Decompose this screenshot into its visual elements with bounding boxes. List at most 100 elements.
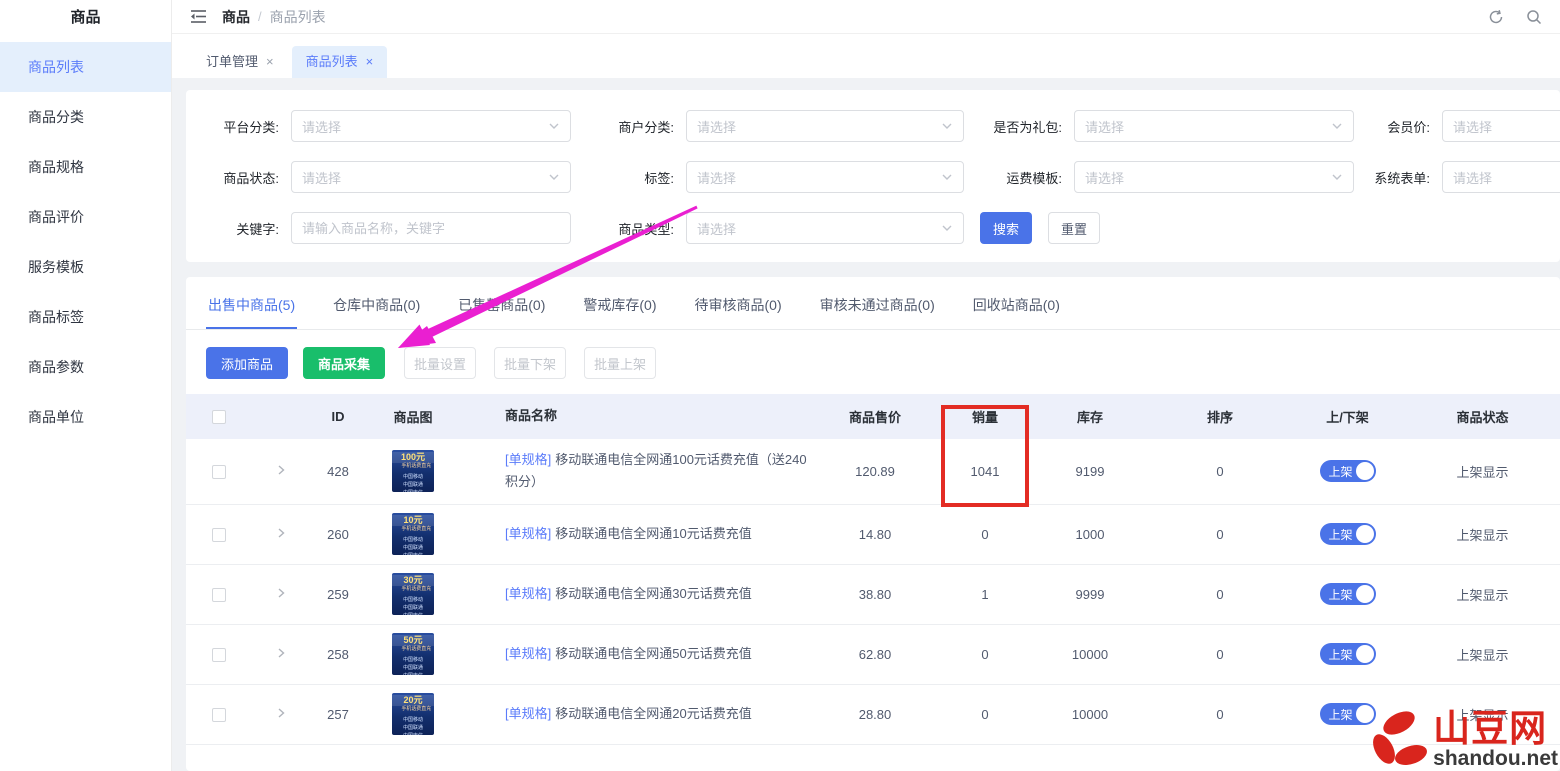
row-checkbox[interactable] (212, 528, 226, 542)
product-name: 移动联通电信全网通30元话费充值 (555, 586, 751, 601)
row-checkbox[interactable] (212, 648, 226, 662)
header-sales: 销量 (940, 394, 1030, 439)
product-id: 428 (310, 439, 366, 504)
product-image[interactable]: 10元手机话费直充中国移动中国联通中国电信 (392, 513, 434, 555)
keyword-label: 关键字: (186, 219, 291, 238)
product-status-label: 商品状态: (186, 168, 291, 187)
batch-off-shelf-button[interactable]: 批量下架 (494, 347, 566, 379)
sidebar-item-product-review[interactable]: 商品评价 (0, 192, 171, 242)
chevron-right-icon[interactable] (275, 707, 287, 719)
spec-tag: [单规格] (505, 452, 551, 467)
product-sort: 0 (1150, 439, 1290, 504)
product-stock: 9199 (1030, 439, 1150, 504)
sidebar-item-product-spec[interactable]: 商品规格 (0, 142, 171, 192)
tab-recycle-bin[interactable]: 回收站商品(0) (971, 287, 1062, 329)
product-type-select[interactable]: 请选择 (686, 212, 964, 244)
shelf-toggle[interactable]: 上架 (1320, 460, 1376, 482)
product-status: 上架显示 (1405, 504, 1560, 564)
product-sort: 0 (1150, 564, 1290, 624)
collapse-menu-icon[interactable] (190, 9, 208, 24)
tab-on-sale[interactable]: 出售中商品(5) (206, 287, 297, 329)
chevron-down-icon (1331, 120, 1343, 132)
product-image[interactable]: 50元手机话费直充中国移动中国联通中国电信 (392, 633, 434, 675)
row-checkbox[interactable] (212, 708, 226, 722)
product-image[interactable]: 100元手机话费直充中国移动中国联通中国电信 (392, 450, 434, 492)
tab-pending-review[interactable]: 待审核商品(0) (693, 287, 784, 329)
shelf-toggle[interactable]: 上架 (1320, 643, 1376, 665)
product-image[interactable]: 30元手机话费直充中国移动中国联通中国电信 (392, 573, 434, 615)
product-name: 移动联通电信全网通50元话费充值 (555, 646, 751, 661)
chevron-right-icon[interactable] (275, 527, 287, 539)
filter-panel: 平台分类: 请选择 商户分类: 请选择 是否为礼包: 请选择 会员价: 请选择 … (186, 90, 1560, 262)
chevron-down-icon (548, 171, 560, 183)
product-price: 14.80 (810, 504, 940, 564)
tab-review-rejected[interactable]: 审核未通过商品(0) (818, 287, 937, 329)
sidebar-item-product-tag[interactable]: 商品标签 (0, 292, 171, 342)
tab-product-list[interactable]: 商品列表× (292, 46, 388, 78)
platform-category-select[interactable]: 请选择 (291, 110, 571, 142)
product-status-select[interactable]: 请选择 (291, 161, 571, 193)
merchant-category-label: 商户分类: (571, 117, 686, 136)
shelf-toggle[interactable]: 上架 (1320, 523, 1376, 545)
tab-order-management[interactable]: 订单管理× (192, 46, 288, 78)
product-status: 上架显示 (1405, 564, 1560, 624)
collect-product-button[interactable]: 商品采集 (303, 347, 385, 379)
product-sales: 0 (940, 504, 1030, 564)
product-price: 120.89 (810, 439, 940, 504)
product-sort: 0 (1150, 624, 1290, 684)
reset-button[interactable]: 重置 (1048, 212, 1100, 244)
chevron-right-icon[interactable] (275, 464, 287, 476)
sidebar-title: 商品 (0, 0, 171, 42)
sidebar-item-service-template[interactable]: 服务模板 (0, 242, 171, 292)
member-price-select[interactable]: 请选择 (1442, 110, 1560, 142)
tab-stock-alert[interactable]: 警戒库存(0) (581, 287, 658, 329)
select-all-checkbox[interactable] (212, 410, 226, 424)
table-header-row: ID 商品图 商品名称 商品售价 销量 库存 排序 上/下架 商品状态 (186, 394, 1560, 439)
spec-tag: [单规格] (505, 586, 551, 601)
merchant-category-select[interactable]: 请选择 (686, 110, 964, 142)
refresh-icon[interactable] (1488, 9, 1504, 25)
is-gift-select[interactable]: 请选择 (1074, 110, 1354, 142)
close-icon[interactable]: × (366, 54, 374, 69)
header-stock: 库存 (1030, 394, 1150, 439)
breadcrumb-separator: / (258, 9, 262, 24)
batch-on-shelf-button[interactable]: 批量上架 (584, 347, 656, 379)
chevron-down-icon (548, 120, 560, 132)
header-status: 商品状态 (1405, 394, 1560, 439)
chevron-down-icon (941, 120, 953, 132)
sidebar-item-product-list[interactable]: 商品列表 (0, 42, 171, 92)
shelf-toggle[interactable]: 上架 (1320, 583, 1376, 605)
product-sales: 1 (940, 564, 1030, 624)
chevron-right-icon[interactable] (275, 587, 287, 599)
keyword-input[interactable] (291, 212, 571, 244)
product-id: 259 (310, 564, 366, 624)
table-row: 428 100元手机话费直充中国移动中国联通中国电信 [单规格]移动联通电信全网… (186, 439, 1560, 504)
row-checkbox[interactable] (212, 465, 226, 479)
product-image[interactable]: 20元手机话费直充中国移动中国联通中国电信 (392, 693, 434, 735)
product-sort: 0 (1150, 504, 1290, 564)
system-form-select[interactable]: 请选择 (1442, 161, 1560, 193)
platform-category-label: 平台分类: (186, 117, 291, 136)
search-button[interactable]: 搜索 (980, 212, 1032, 244)
chevron-right-icon[interactable] (275, 647, 287, 659)
sidebar-item-product-unit[interactable]: 商品单位 (0, 392, 171, 442)
tab-sold-out[interactable]: 已售罄商品(0) (456, 287, 547, 329)
shelf-toggle[interactable]: 上架 (1320, 703, 1376, 725)
sidebar-item-product-category[interactable]: 商品分类 (0, 92, 171, 142)
shipping-template-select[interactable]: 请选择 (1074, 161, 1354, 193)
table-row: 258 50元手机话费直充中国移动中国联通中国电信 [单规格]移动联通电信全网通… (186, 624, 1560, 684)
product-sales: 1041 (940, 439, 1030, 504)
tab-in-warehouse[interactable]: 仓库中商品(0) (331, 287, 422, 329)
row-checkbox[interactable] (212, 588, 226, 602)
chevron-down-icon (941, 171, 953, 183)
search-icon[interactable] (1526, 9, 1542, 25)
add-product-button[interactable]: 添加商品 (206, 347, 288, 379)
product-id: 258 (310, 624, 366, 684)
product-sales: 0 (940, 684, 1030, 744)
tag-label: 标签: (571, 168, 686, 187)
tag-select[interactable]: 请选择 (686, 161, 964, 193)
batch-set-button[interactable]: 批量设置 (404, 347, 476, 379)
sidebar-item-product-param[interactable]: 商品参数 (0, 342, 171, 392)
close-icon[interactable]: × (266, 54, 274, 69)
breadcrumb-root[interactable]: 商品 (222, 7, 250, 27)
